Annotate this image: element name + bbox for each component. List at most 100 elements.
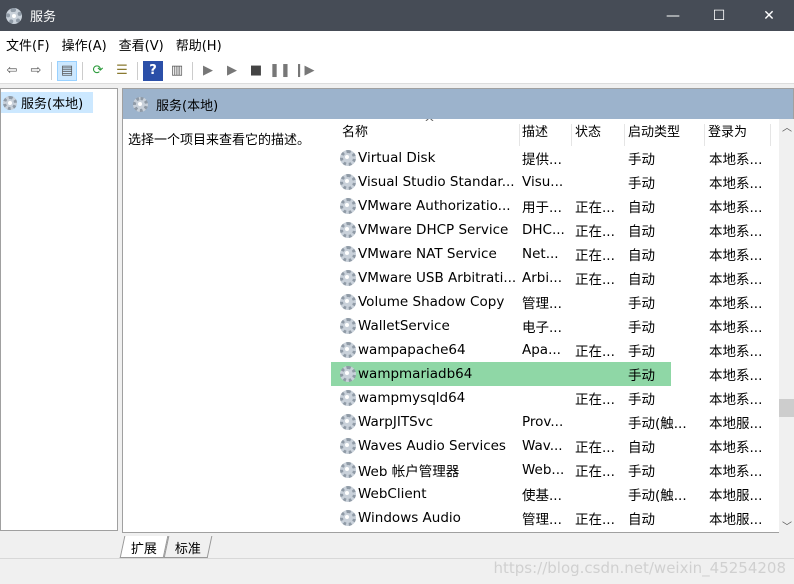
table-row[interactable]: Web 帐户管理器 Web... 正在... 手动 本地系... (331, 458, 779, 482)
export-list-icon[interactable]: ☰ (112, 61, 132, 81)
cell-name: Virtual Disk (358, 150, 436, 166)
service-gear-icon (340, 390, 356, 406)
cell-name: wampmariadb64 (358, 366, 473, 382)
column-description[interactable]: 描述 (519, 124, 572, 146)
table-row[interactable]: Windows Audio 管理... 正在... 自动 本地服... (331, 506, 779, 530)
resume-icon[interactable]: ❙▶ (294, 61, 315, 81)
cell-startup-type: 自动 (628, 272, 655, 288)
service-gear-icon (340, 150, 356, 166)
table-row[interactable]: VMware NAT Service Net... 正在... 自动 本地系... (331, 242, 779, 266)
cell-name: VMware USB Arbitrati... (358, 270, 517, 286)
cell-description: 管理... (522, 512, 562, 528)
service-gear-icon (340, 174, 356, 190)
back-icon[interactable]: ⇦ (2, 61, 22, 81)
table-row[interactable]: Waves Audio Services Wav... 正在... 自动 本地系... (331, 434, 779, 458)
console-tree: 服务(本地) (0, 88, 118, 531)
table-row[interactable]: WarpJITSvc Prov... 手动(触... 本地服... (331, 410, 779, 434)
table-row[interactable]: VMware DHCP Service DHC... 正在... 自动 本地系... (331, 218, 779, 242)
tab-extended[interactable]: 扩展 (119, 536, 169, 558)
start-alt-icon[interactable]: ▶ (222, 61, 242, 81)
service-gear-icon (340, 462, 356, 478)
cell-description: Web... (522, 462, 565, 478)
tab-standard[interactable]: 标准 (163, 536, 213, 558)
cell-description: Wav... (522, 438, 563, 454)
table-row[interactable]: wampmysqld64 正在... 手动 本地系... (331, 386, 779, 410)
cell-log-on-as: 本地系... (709, 200, 763, 216)
cell-description: 管理... (522, 296, 562, 312)
pause-icon[interactable]: ❚❚ (269, 61, 291, 81)
column-log-on-as[interactable]: 登录为 (705, 124, 771, 146)
cell-startup-type: 手动 (628, 320, 655, 336)
service-gear-icon (340, 486, 356, 502)
table-row[interactable]: Virtual Disk 提供... 手动 本地系... (331, 146, 779, 170)
cell-startup-type: 手动 (628, 296, 655, 312)
menu-help[interactable]: 帮助(H) (176, 35, 222, 54)
table-row[interactable]: wampapache64 Apa... 正在... 手动 本地系... (331, 338, 779, 362)
service-gear-icon (340, 270, 356, 286)
cell-name: Windows Audio (358, 510, 461, 526)
menu-action[interactable]: 操作(A) (62, 35, 107, 54)
cell-description: Visu... (522, 174, 564, 190)
cell-name: Waves Audio Services (358, 438, 506, 454)
menu-view[interactable]: 查看(V) (119, 35, 164, 54)
maximize-button[interactable]: ☐ (696, 0, 742, 31)
help-icon[interactable]: ? (143, 60, 163, 81)
cell-name: VMware DHCP Service (358, 222, 509, 238)
cell-description: 用于... (522, 200, 562, 216)
cell-log-on-as: 本地服... (709, 488, 763, 504)
column-startup-type[interactable]: 启动类型 (625, 124, 705, 146)
cell-startup-type: 手动 (628, 368, 655, 384)
cell-status: 正在... (575, 440, 615, 456)
menu-file[interactable]: 文件(F) (6, 35, 50, 54)
column-status[interactable]: 状态 (572, 124, 625, 146)
table-row[interactable]: WalletService 电子... 手动 本地系... (331, 314, 779, 338)
refresh-icon[interactable]: ⟳ (88, 61, 108, 81)
cell-startup-type: 自动 (628, 440, 655, 456)
cell-log-on-as: 本地系... (709, 440, 763, 456)
cell-startup-type: 手动 (628, 392, 655, 408)
minimize-button[interactable]: — (650, 0, 696, 31)
table-row[interactable]: VMware USB Arbitrati... Arbi... 正在... 自动 本地系… (331, 266, 779, 290)
cell-description: Prov... (522, 414, 564, 430)
services-list: ^ 名称 描述 状态 启动类型 登录为 Virtual Disk 提供... 手动本… (331, 119, 779, 533)
cell-name: WarpJITSvc (358, 414, 434, 430)
cell-startup-type: 手动 (628, 344, 655, 360)
column-name[interactable]: 名称 (339, 124, 520, 146)
scroll-up-icon[interactable]: ︿ (779, 119, 794, 134)
vertical-scrollbar[interactable]: ︿ ﹀ (779, 119, 794, 533)
cell-name: Visual Studio Standar... (358, 174, 515, 190)
cell-log-on-as: 本地服... (709, 416, 763, 432)
show-console-tree-icon[interactable]: ▤ (57, 60, 77, 81)
close-button[interactable]: ✕ (746, 0, 792, 31)
table-row[interactable]: WebClient 使基... 手动(触... 本地服... (331, 482, 779, 506)
cell-status: 正在... (575, 272, 615, 288)
toolbar: ⇦ ⇨ ▤ ⟳ ☰ ? ▥ ▶ ▶ ■ ❚❚ ❙▶ (0, 58, 794, 84)
scroll-down-icon[interactable]: ﹀ (779, 518, 794, 533)
tree-item-services-local[interactable]: 服务(本地) (1, 92, 93, 113)
cell-startup-type: 手动(触... (628, 416, 687, 432)
list-header: ^ 名称 描述 状态 启动类型 登录为 (331, 119, 779, 146)
table-row[interactable]: wampmariadb64 手动 本地系... (331, 362, 762, 386)
table-row[interactable]: VMware Authorizatio... 用于... 正在... 自动 本地系... (331, 194, 779, 218)
service-gear-icon (340, 414, 356, 430)
stop-icon[interactable]: ■ (246, 61, 266, 81)
service-gear-icon (340, 294, 356, 310)
properties-icon[interactable]: ▥ (167, 61, 187, 81)
service-gear-icon (340, 198, 356, 214)
service-gear-icon (340, 366, 356, 382)
table-row[interactable]: Volume Shadow Copy 管理... 手动 本地系... (331, 290, 779, 314)
cell-log-on-as: 本地系... (709, 464, 763, 480)
cell-name: Web 帐户管理器 (358, 464, 460, 480)
cell-log-on-as: 本地系... (709, 248, 763, 264)
forward-icon[interactable]: ⇨ (26, 61, 46, 81)
service-gear-icon (340, 318, 356, 334)
cell-name: wampapache64 (358, 342, 466, 358)
scrollbar-thumb[interactable] (779, 399, 794, 417)
table-row[interactable]: Visual Studio Standar... Visu... 手动 本地系... (331, 170, 779, 194)
start-icon[interactable]: ▶ (198, 61, 218, 81)
service-gear-icon (340, 222, 356, 238)
cell-log-on-as: 本地系... (709, 152, 763, 168)
cell-startup-type: 手动 (628, 152, 655, 168)
cell-log-on-as: 本地系... (709, 320, 763, 336)
cell-name: WalletService (358, 318, 450, 334)
